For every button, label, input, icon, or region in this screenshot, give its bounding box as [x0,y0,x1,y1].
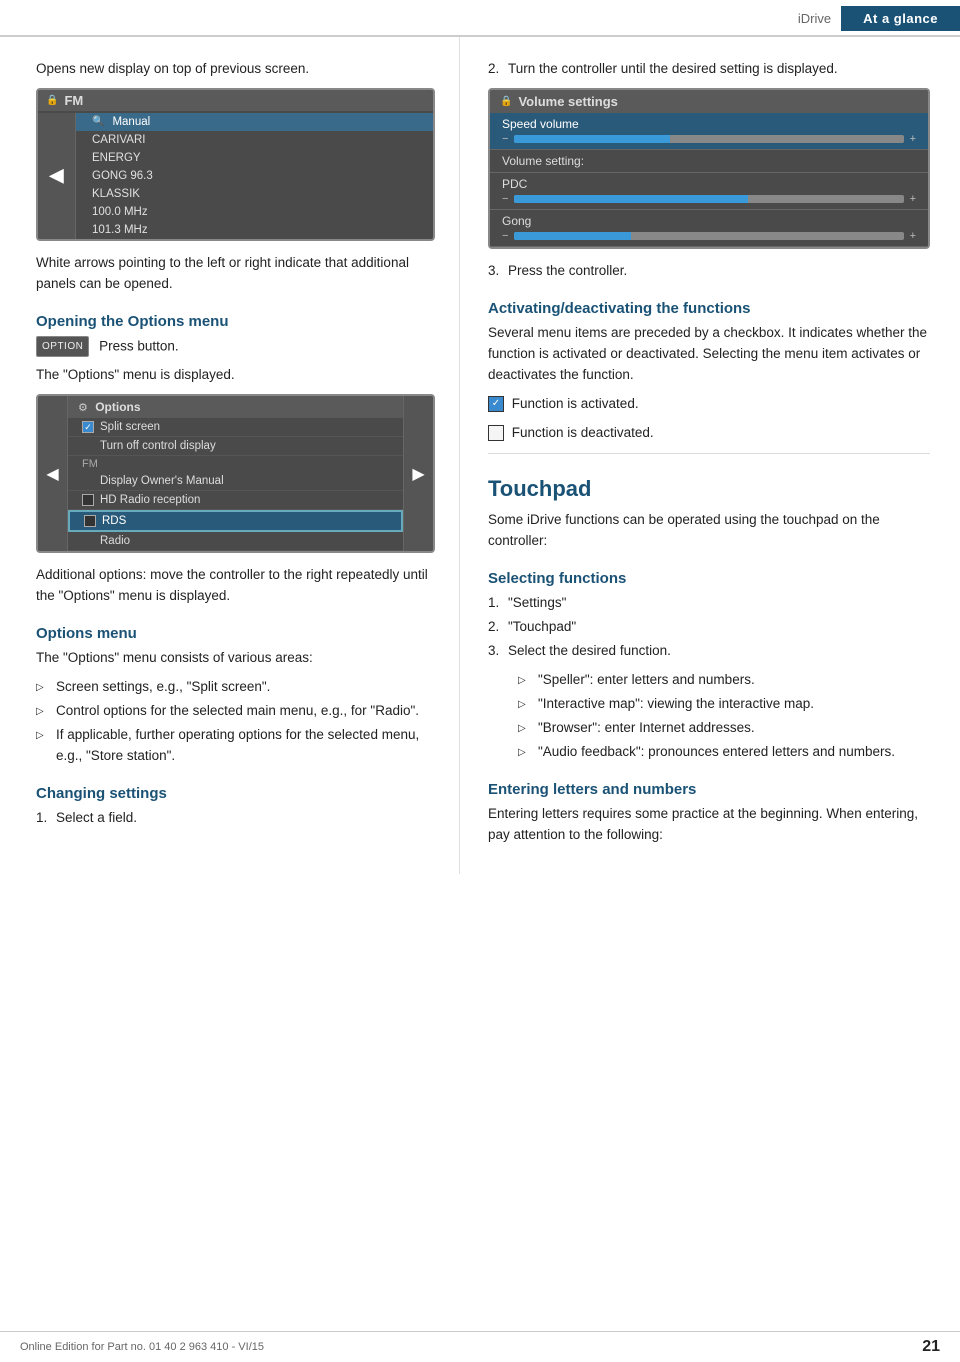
selecting-steps-list: 1. "Settings" 2. "Touchpad" 3. Select th… [488,593,930,662]
opts-header: ⚙ Options [68,396,403,418]
opens-new-display-para: Opens new display on top of previous scr… [36,59,435,80]
header-ataglance-label: At a glance [841,6,960,31]
right-column: 2. Turn the controller until the desired… [460,37,960,874]
step3-item: 3. Press the controller. [488,261,930,282]
fm-row-101mhz: 101.3 MHz [76,221,433,239]
options-menu-para: The "Options" menu consists of various a… [36,648,435,669]
page-header: iDrive At a glance [0,0,960,37]
selecting-step1: 1. "Settings" [488,593,930,614]
options-menu-heading: Options menu [36,625,435,642]
opening-options-heading: Opening the Options menu [36,313,435,330]
search-icon: 🔍 [92,116,104,127]
selecting-step2: 2. "Touchpad" [488,617,930,638]
vol-setting-label: Volume setting: [490,150,928,173]
fm-screen-header: 🔒 FM [38,90,433,111]
substep-audio-feedback: "Audio feedback": pronounces entered let… [518,742,930,763]
opts-item-turnoff: Turn off control display [68,437,403,456]
checkbox-inactive-icon [488,425,504,441]
left-column: Opens new display on top of previous scr… [0,37,460,874]
entering-letters-para: Entering letters requires some practice … [488,804,930,846]
page-footer: Online Edition for Part no. 01 40 2 963 … [0,1331,960,1362]
vol-speed-volume: Speed volume − + [490,113,928,150]
options-screen-wrapper: ◀ ⚙ Options ✓ Split screen Turn off cont… [36,394,435,553]
white-arrows-para: White arrows pointing to the left or rig… [36,253,435,295]
vol-screen-header: 🔒 Volume settings [490,90,928,113]
vol-gong: Gong − + [490,210,928,247]
changing-settings-step1: 1. Select a field. [36,808,435,829]
opts-item-radio: Radio [68,532,403,551]
fm-screen-wrapper: 🔒 FM ◀ 🔍 Manual CARIVARI ENERGY GON [36,88,435,241]
touchpad-para: Some iDrive functions can be operated us… [488,510,930,552]
substep-browser: "Browser": enter Internet addresses. [518,718,930,739]
vol-minus-icon: − [502,133,508,145]
step2-item: 2. Turn the controller until the desired… [488,59,930,80]
vol-speed-bar [514,135,903,143]
opts-nav-right: ▶ [403,396,433,551]
left-arrow-opts-icon: ◀ [46,464,58,484]
opts-gear-icon: ⚙ [78,402,88,414]
fn-deactivated: Function is deactivated. [488,423,930,444]
selecting-substeps-list: "Speller": enter letters and numbers. "I… [488,670,930,763]
footer-online-text: Online Edition for Part no. 01 40 2 963 … [20,1341,264,1353]
opts-item-hdradio: HD Radio reception [68,491,403,510]
fm-row-manual: 🔍 Manual [76,113,433,131]
press-button-step: OPTION Press button. [36,336,435,358]
section-divider [488,453,930,454]
additional-options-para: Additional options: move the controller … [36,565,435,607]
vol-speed-fill [514,135,670,143]
lock-icon: 🔒 [46,95,58,106]
opts-item-ownersmanual: Display Owner's Manual [68,472,403,491]
option-button[interactable]: OPTION [36,336,89,358]
fm-row-carivari: CARIVARI [76,131,433,149]
fm-row-energy: ENERGY [76,149,433,167]
fm-nav-left: ◀ [38,113,76,239]
entering-letters-heading: Entering letters and numbers [488,781,930,798]
activating-para: Several menu items are preceded by a che… [488,323,930,386]
options-menu-displayed: The "Options" menu is displayed. [36,365,435,386]
options-list-item-1: Screen settings, e.g., "Split screen". [36,677,435,698]
opts-nav-left: ◀ [38,396,68,551]
changing-settings-list: 1. Select a field. [36,808,435,829]
checkbox-splitscreen: ✓ [82,421,94,433]
fm-row-klassik: KLASSIK [76,185,433,203]
step2-list: 2. Turn the controller until the desired… [488,59,930,80]
footer-page-num: 21 [922,1338,940,1356]
fm-row-gong: GONG 96.3 [76,167,433,185]
vol-gong-bar [514,232,903,240]
options-list-item-2: Control options for the selected main me… [36,701,435,722]
vol-pdc: PDC − + [490,173,928,210]
activating-heading: Activating/deactivating the functions [488,300,930,317]
selecting-step3: 3. Select the desired function. [488,641,930,662]
fm-screen-body: 🔍 Manual CARIVARI ENERGY GONG 96.3 KLASS… [76,113,433,239]
checkbox-hdradio [82,494,94,506]
checkbox-active-icon: ✓ [488,396,504,412]
vol-speed-bar-row: − + [502,133,916,145]
opts-content: ⚙ Options ✓ Split screen Turn off contro… [68,396,403,551]
checkbox-rds [84,515,96,527]
options-list-item-3: If applicable, further operating options… [36,725,435,767]
changing-settings-heading: Changing settings [36,785,435,802]
main-content: Opens new display on top of previous scr… [0,37,960,874]
opts-section-fm: FM [68,456,403,472]
options-menu-list: Screen settings, e.g., "Split screen". C… [36,677,435,767]
fm-label: FM [64,93,83,108]
fm-row-100mhz: 100.0 MHz [76,203,433,221]
fn-activated: ✓ Function is activated. [488,394,930,415]
vol-screen: 🔒 Volume settings Speed volume − + Volum… [488,88,930,249]
touchpad-heading: Touchpad [488,476,930,502]
vol-pdc-bar [514,195,903,203]
step3-list: 3. Press the controller. [488,261,930,282]
vol-lock-icon: 🔒 [500,96,512,107]
opts-item-splitscreen: ✓ Split screen [68,418,403,437]
vol-plus-icon: + [910,133,916,145]
right-arrow-opts-icon: ▶ [412,464,424,484]
left-arrow-icon: ◀ [50,165,64,186]
substep-interactive-map: "Interactive map": viewing the interacti… [518,694,930,715]
selecting-functions-heading: Selecting functions [488,570,930,587]
opts-item-rds: RDS [68,510,403,532]
substep-speller: "Speller": enter letters and numbers. [518,670,930,691]
header-idrive-label: iDrive [798,11,841,26]
